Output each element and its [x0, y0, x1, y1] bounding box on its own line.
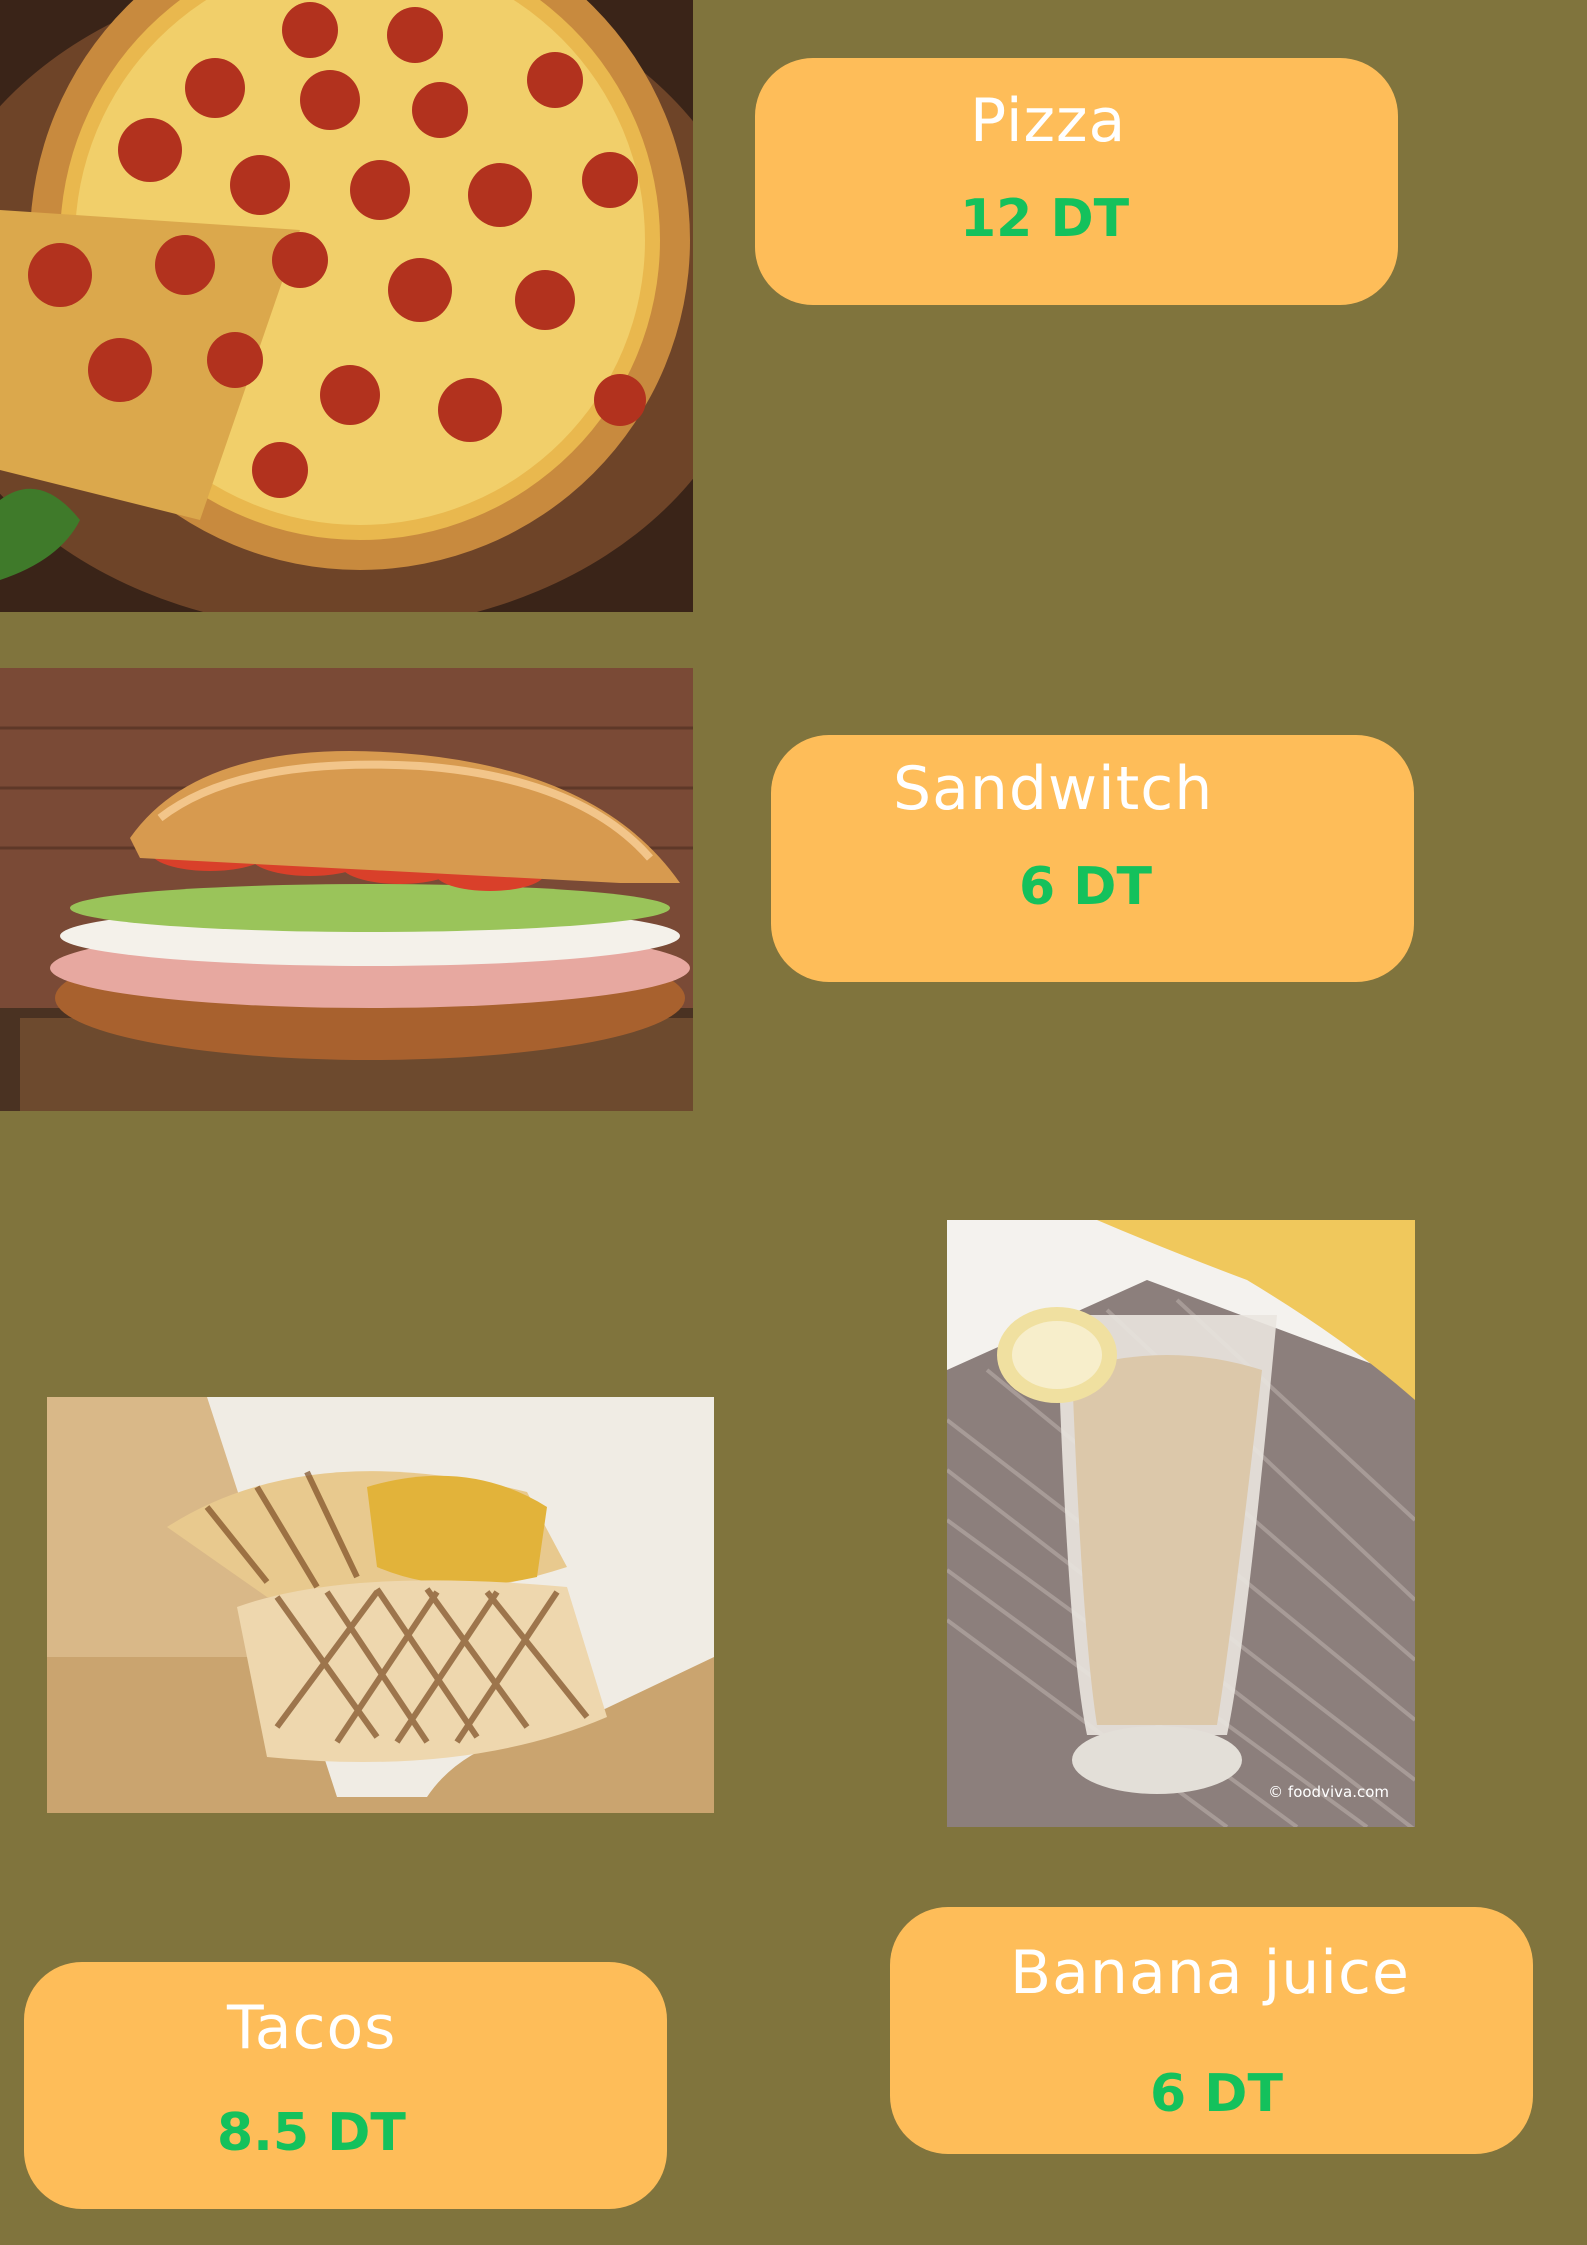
menu-item-tacos: Tacos 8.5 DT — [24, 1962, 667, 2209]
item-price: 12 DT — [960, 189, 1130, 249]
sandwich-photo — [0, 668, 693, 1111]
item-price: 8.5 DT — [217, 2103, 406, 2163]
menu-item-pizza: Pizza 12 DT — [755, 58, 1398, 305]
item-price: 6 DT — [1019, 857, 1152, 917]
menu-item-banana-juice: Banana juice 6 DT — [890, 1907, 1533, 2154]
watermark-text: © foodviva.com — [1268, 1783, 1389, 1801]
item-name: Banana juice — [1010, 1938, 1410, 2008]
item-name: Sandwitch — [893, 754, 1214, 824]
item-name: Tacos — [227, 1993, 397, 2063]
item-name: Pizza — [970, 86, 1127, 156]
tacos-photo — [47, 1397, 714, 1813]
menu-item-sandwich: Sandwitch 6 DT — [771, 735, 1414, 982]
pizza-photo — [0, 0, 693, 612]
item-price: 6 DT — [1150, 2064, 1283, 2124]
banana-juice-photo: © foodviva.com — [947, 1220, 1415, 1827]
